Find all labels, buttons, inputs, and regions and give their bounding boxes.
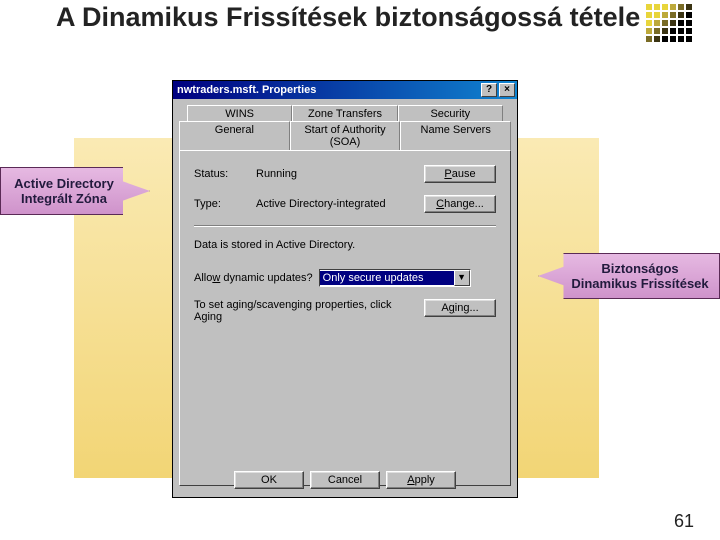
corner-decoration — [646, 4, 692, 42]
change-button[interactable]: Change... — [424, 195, 496, 213]
tab-soa[interactable]: Start of Authority (SOA) — [290, 121, 401, 150]
allow-updates-dropdown[interactable]: Only secure updates ▼ — [319, 269, 471, 287]
ad-storage-note: Data is stored in Active Directory. — [194, 239, 496, 251]
page-number: 61 — [674, 511, 694, 532]
allow-updates-label: Allow dynamic updates? — [194, 272, 313, 284]
tab-security[interactable]: Security — [398, 105, 503, 122]
dialog-title: nwtraders.msft. Properties — [177, 84, 479, 96]
close-button[interactable]: × — [499, 83, 515, 97]
type-value: Active Directory-integrated — [256, 198, 424, 210]
tab-general[interactable]: General — [179, 121, 290, 150]
cancel-button[interactable]: Cancel — [310, 471, 380, 489]
callout-secure-updates: Biztonságos Dinamikus Frissítések — [538, 253, 720, 299]
ok-button[interactable]: OK — [234, 471, 304, 489]
pause-button[interactable]: Pause — [424, 165, 496, 183]
allow-updates-selected: Only secure updates — [320, 271, 454, 285]
slide-title: A Dinamikus Frissítések biztonságossá té… — [56, 2, 640, 33]
dialog-button-row: OK Cancel Apply — [173, 471, 517, 489]
status-label: Status: — [194, 168, 256, 180]
help-button[interactable]: ? — [481, 83, 497, 97]
divider — [194, 225, 496, 227]
chevron-down-icon[interactable]: ▼ — [454, 270, 470, 286]
tab-zone-transfers[interactable]: Zone Transfers — [292, 105, 397, 122]
tab-wins[interactable]: WINS — [187, 105, 292, 122]
titlebar: nwtraders.msft. Properties ? × — [173, 81, 517, 99]
status-value: Running — [256, 168, 424, 180]
tab-strip: WINS Zone Transfers Security General Sta… — [179, 105, 511, 150]
type-label: Type: — [194, 198, 256, 210]
properties-dialog: nwtraders.msft. Properties ? × WINS Zone… — [172, 80, 518, 498]
apply-button[interactable]: Apply — [386, 471, 456, 489]
general-panel: Status: Running Pause Type: Active Direc… — [179, 150, 511, 486]
aging-text: To set aging/scavenging properties, clic… — [194, 299, 424, 323]
tab-name-servers[interactable]: Name Servers — [400, 121, 511, 150]
aging-button[interactable]: Aging... — [424, 299, 496, 317]
